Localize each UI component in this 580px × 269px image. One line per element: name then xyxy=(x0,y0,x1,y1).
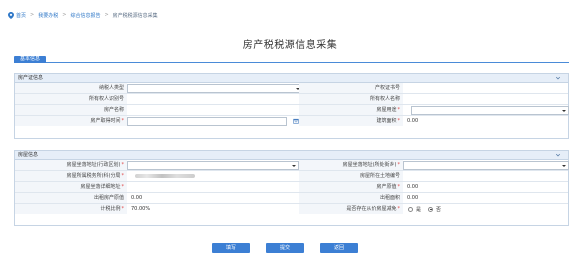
form-row: 房屋坐落地址(行政区划)* 房屋坐落地址(所处街乡)* xyxy=(15,160,569,171)
exemption-yes-label: 是 xyxy=(416,206,422,213)
dropdown-caret-icon xyxy=(292,165,296,167)
acquired-time-label: 房产取得时间* xyxy=(15,116,127,126)
breadcrumb-separator: > xyxy=(104,12,109,18)
owner-name-label: 所有权人名称 xyxy=(299,94,403,104)
building-use-select[interactable] xyxy=(411,106,569,115)
property-cert-no-field[interactable] xyxy=(403,83,570,93)
tax-ratio-label: 计税比例* xyxy=(15,204,127,214)
exemption-radio-group: 是 否 xyxy=(408,204,441,214)
dropdown-caret-icon xyxy=(562,165,566,167)
tab-bar: 基本信息 xyxy=(14,56,569,63)
rent-area-label: 出租面积 xyxy=(299,193,403,203)
back-button[interactable]: 返回 xyxy=(320,243,358,253)
section-header[interactable]: 房屋信息 xyxy=(15,151,568,160)
section-header[interactable]: 房产证信息 xyxy=(15,74,568,83)
breadcrumb-report-link[interactable]: 综合信息报告 xyxy=(70,12,100,19)
section-title: 房屋信息 xyxy=(18,152,39,158)
building-use-label: 房屋用途* xyxy=(299,105,403,115)
submit-button[interactable]: 提交 xyxy=(266,243,304,253)
exemption-yes-radio[interactable] xyxy=(408,206,413,212)
rent-original-value-field[interactable]: 0.00 xyxy=(127,193,299,203)
taxpayer-type-select[interactable] xyxy=(127,84,303,93)
building-area-field[interactable]: 0.00 xyxy=(403,116,570,126)
seat-street-label: 房屋坐落地址(所处街乡)* xyxy=(299,160,403,170)
page-title: 房产税税源信息采集 xyxy=(242,40,338,51)
land-parcel-no-field[interactable] xyxy=(403,171,570,181)
form-row: 房产名称 房屋用途* xyxy=(15,105,569,116)
original-value-label: 房产原值* xyxy=(299,182,403,192)
exemption-no-radio[interactable] xyxy=(428,206,434,212)
tab-basic-info[interactable]: 基本信息 xyxy=(14,56,46,63)
exemption-no-label: 否 xyxy=(436,206,442,213)
breadcrumb: 首页 > 我要办税 > 综合信息报告 > 房产税税源信息采集 xyxy=(8,11,158,19)
seat-admin-area-label: 房屋坐落地址(行政区划)* xyxy=(15,160,127,170)
dropdown-caret-icon xyxy=(562,110,566,112)
tax-authority-label: 房屋所属税务所(科)分局* xyxy=(15,171,127,181)
property-cert-no-label: 产权证书号 xyxy=(299,83,403,93)
fill-button[interactable]: 填写 xyxy=(212,243,250,253)
action-bar: 填写 提交 返回 xyxy=(0,243,580,253)
form-row: 房屋所属税务所(科)分局* 房屋所在土地编号 xyxy=(15,171,568,182)
owner-id-label: 所有权人识别号 xyxy=(15,94,127,104)
acquired-time-input[interactable] xyxy=(127,117,287,126)
form-row: 计税比例* 70.00% 是否存在从价房屋减免* 是 否 xyxy=(15,204,568,215)
redacted-text xyxy=(135,174,195,178)
form-row: 房产取得时间* 建筑面积* 0.00 xyxy=(15,116,568,127)
chevron-down-icon[interactable] xyxy=(555,152,561,158)
section-title: 房产证信息 xyxy=(18,75,44,81)
property-name-label: 房产名称 xyxy=(15,105,127,115)
original-value-field[interactable]: 0.00 xyxy=(403,182,570,192)
location-pin-icon xyxy=(8,11,14,19)
building-area-label: 建筑面积* xyxy=(299,116,403,126)
form-row: 纳税人类型 产权证书号 xyxy=(15,83,568,94)
breadcrumb-current: 房产税税源信息采集 xyxy=(112,12,158,19)
chevron-down-icon[interactable] xyxy=(555,75,561,81)
breadcrumb-separator: > xyxy=(30,12,35,18)
form-row: 所有权人识别号 所有权人名称 xyxy=(15,94,568,105)
land-parcel-no-label: 房屋所在土地编号 xyxy=(299,171,403,181)
detail-address-field[interactable] xyxy=(127,182,299,192)
tax-ratio-field[interactable]: 70.00% xyxy=(127,204,299,214)
form-row: 房屋坐落详细地址* 房产原值* 0.00 xyxy=(15,182,568,193)
owner-id-field[interactable] xyxy=(127,94,299,104)
seat-admin-area-select[interactable] xyxy=(127,161,299,170)
detail-address-label: 房屋坐落详细地址* xyxy=(15,182,127,192)
building-info-section: 房屋信息 房屋坐落地址(行政区划)* 房屋坐落地址(所处街乡)* 房屋所属税务所… xyxy=(14,150,569,226)
property-name-field[interactable] xyxy=(127,105,299,115)
rent-original-value-label: 出租房产原值 xyxy=(15,193,127,203)
taxpayer-type-label: 纳税人类型 xyxy=(15,83,127,93)
form-row: 出租房产原值 0.00 出租面积 0.00 xyxy=(15,193,568,204)
breadcrumb-separator: > xyxy=(62,12,67,18)
exemption-label: 是否存在从价房屋减免* xyxy=(299,204,403,214)
seat-street-select[interactable] xyxy=(403,161,569,170)
breadcrumb-home-link[interactable]: 首页 xyxy=(16,12,26,19)
property-cert-section: 房产证信息 纳税人类型 产权证书号 所有权人识别号 所有权人名称 房产名称 房屋… xyxy=(14,73,569,139)
tax-authority-field[interactable] xyxy=(127,171,299,181)
breadcrumb-tax-link[interactable]: 我要办税 xyxy=(38,12,58,19)
owner-name-field[interactable] xyxy=(403,94,570,104)
rent-area-field[interactable]: 0.00 xyxy=(403,193,570,203)
